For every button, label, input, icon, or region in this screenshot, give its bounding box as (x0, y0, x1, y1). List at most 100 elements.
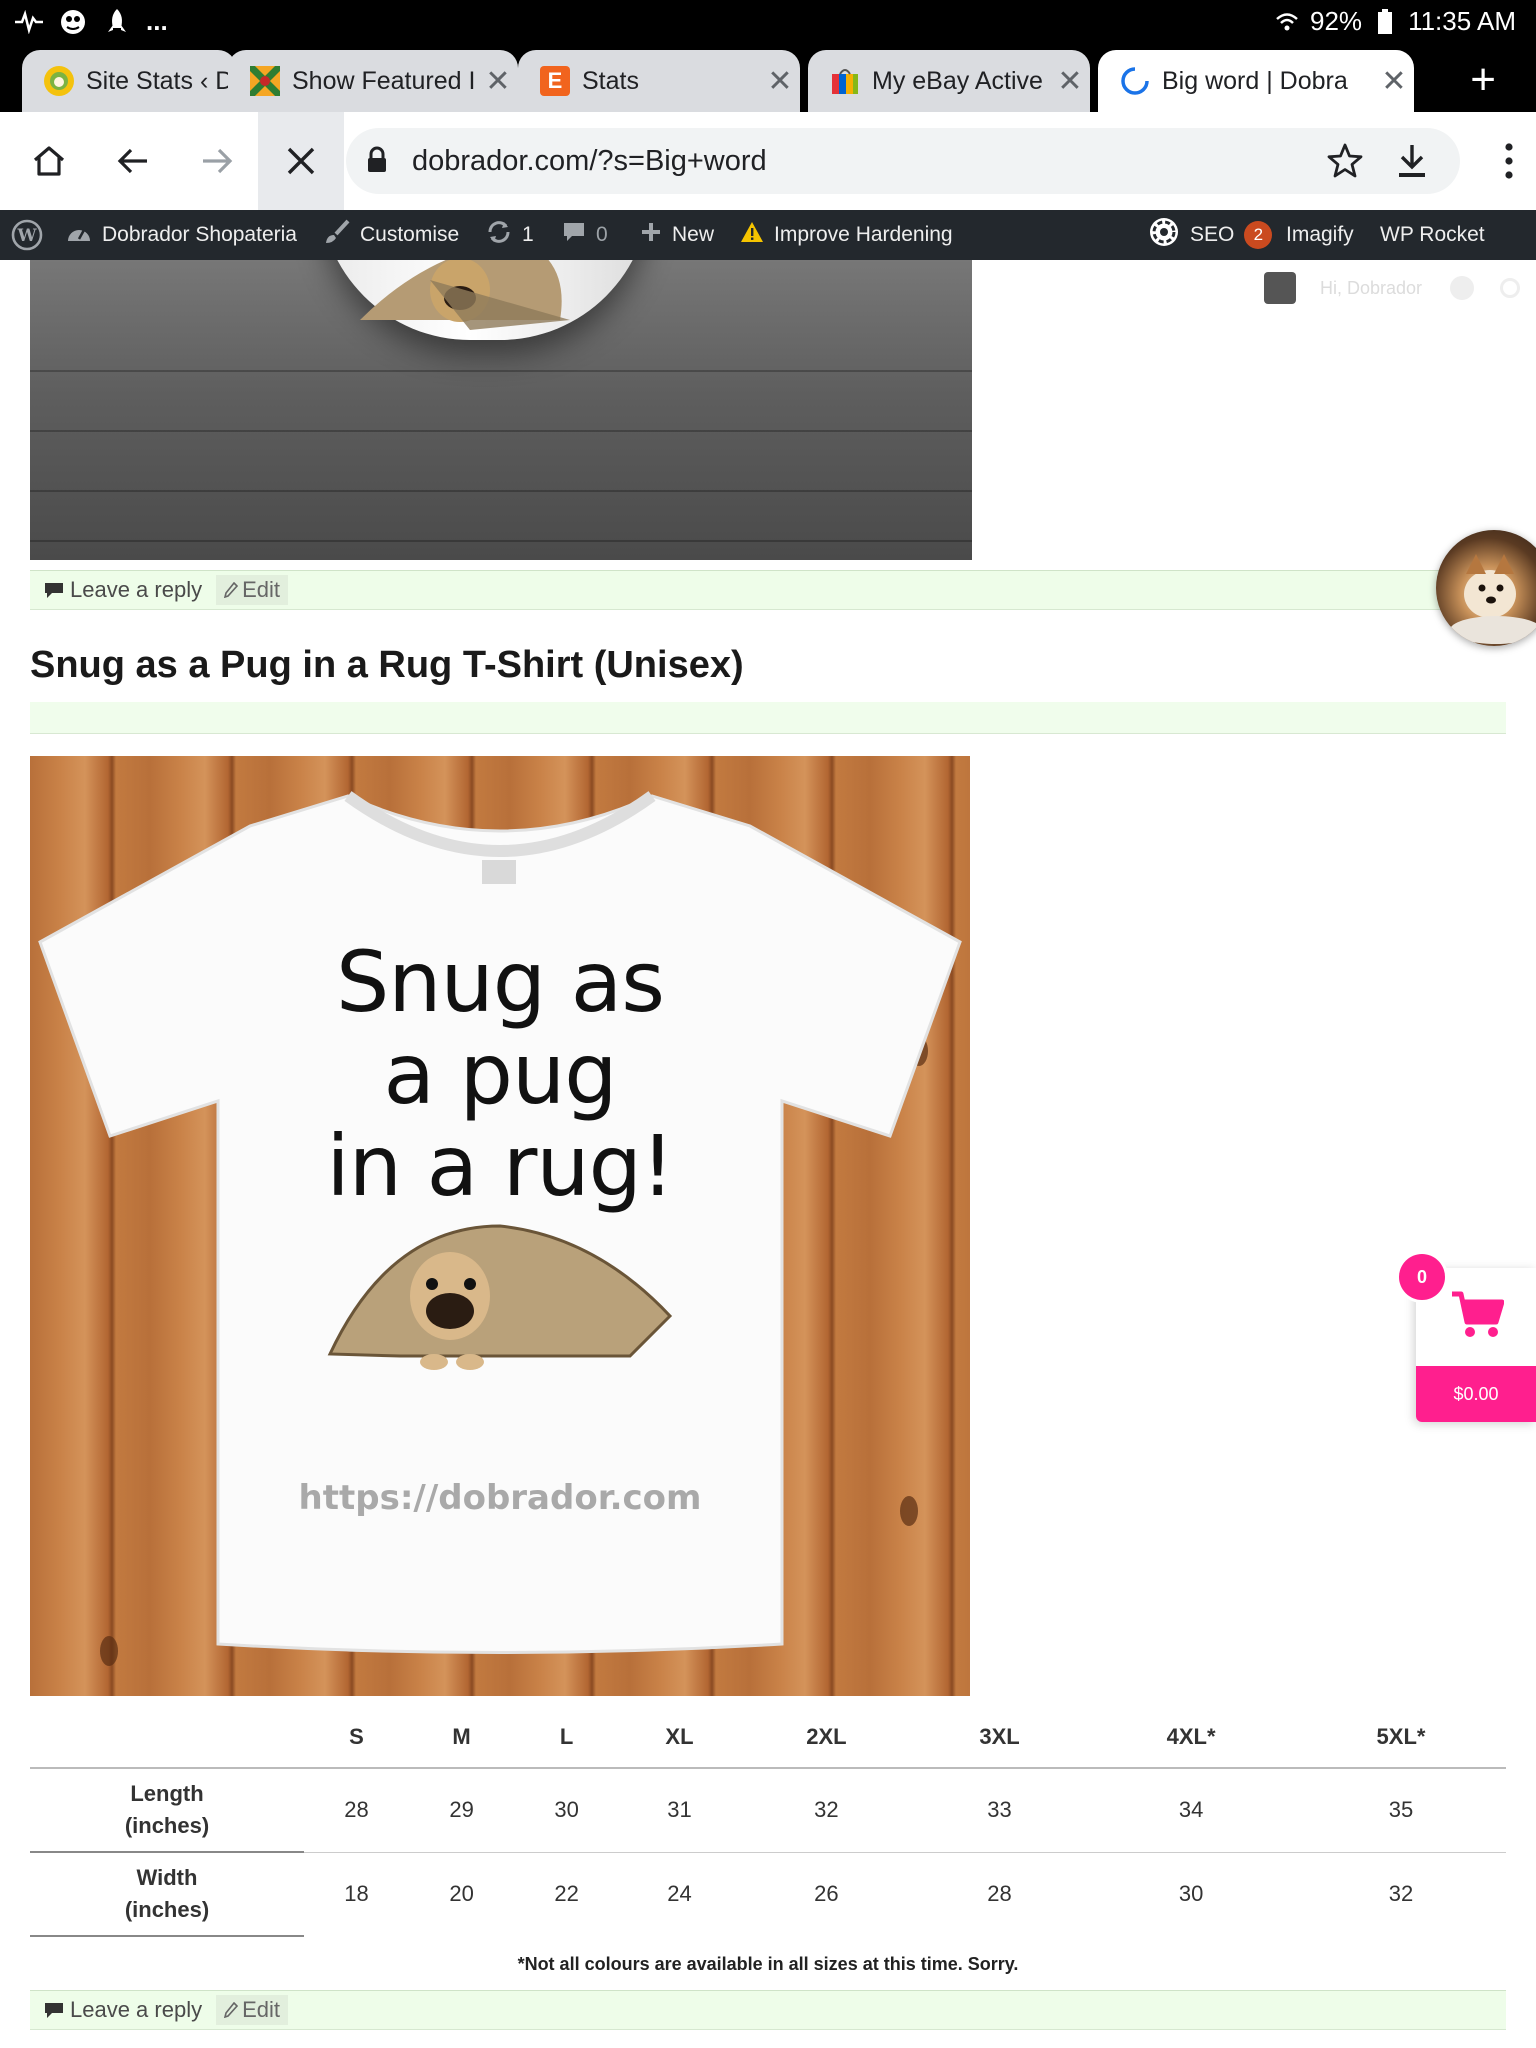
site-header-icons: Hi, Dobrador (1264, 272, 1524, 312)
table-header-cell: 2XL (739, 1706, 913, 1769)
chat-widget-icon[interactable] (1264, 272, 1296, 304)
wp-rocket-menu[interactable]: WP Rocket (1380, 210, 1485, 260)
browser-toolbar: dobrador.com/?s=Big+word (0, 112, 1536, 210)
user-icon[interactable] (1450, 276, 1474, 300)
imagify-menu[interactable]: Imagify (1286, 210, 1354, 260)
table-cell: 28 (304, 1768, 410, 1853)
more-notifications: ... (146, 6, 168, 36)
table-cell: 18 (344, 1881, 369, 1907)
comments-link[interactable]: 0 (562, 210, 608, 260)
search-icon[interactable] (1500, 278, 1520, 298)
title-underline-bar (30, 702, 1506, 734)
overflow-menu-icon[interactable] (1504, 142, 1514, 185)
tab-big-word-active[interactable]: Big word | Dobra ✕ (1098, 50, 1414, 112)
mug-product-image[interactable] (30, 260, 972, 560)
vpn-globe-icon (58, 7, 88, 37)
new-content-link[interactable]: New (640, 210, 714, 260)
shirt-url-print: https://dobrador.com (298, 1478, 702, 1518)
table-cell: 32 (739, 1768, 913, 1853)
leave-reply-link[interactable]: Leave a reply (44, 1997, 202, 2023)
shirt-slogan-line-1: Snug as (335, 933, 665, 1031)
back-arrow-icon[interactable] (106, 134, 160, 188)
size-availability-note: *Not all colours are available in all si… (517, 1954, 1019, 1974)
seo-gear-icon (1148, 216, 1180, 254)
table-row: Width (inches) 18 20 22 24 26 28 30 32 (30, 1852, 1506, 1937)
customise-link[interactable]: Customise (324, 210, 459, 260)
tab-title: Big word | Dobra (1162, 66, 1348, 95)
svg-text:W: W (16, 226, 37, 246)
shirt-slogan-line-2: a pug (383, 1025, 617, 1123)
table-row: Length (inches) 28 29 30 31 32 33 34 35 (30, 1768, 1506, 1853)
wordpress-logo-icon[interactable]: W (10, 210, 44, 260)
table-cell: 35 (1296, 1768, 1506, 1853)
tab-site-stats[interactable]: Site Stats ‹ D (22, 50, 236, 112)
post-meta-bar: Leave a reply Edit (30, 570, 1506, 610)
table-cell: 33 (912, 1768, 1087, 1853)
table-cell: 31 (619, 1768, 740, 1853)
table-cell: 26 (814, 1881, 839, 1907)
edit-link[interactable]: Edit (216, 575, 289, 605)
tab-my-ebay[interactable]: My eBay Active ✕ (808, 50, 1090, 112)
address-bar[interactable]: dobrador.com/?s=Big+word (346, 128, 1460, 194)
pencil-icon (224, 2002, 239, 2018)
tshirt-shape (38, 791, 962, 1654)
post-meta-bar: Leave a reply Edit (30, 1990, 1506, 2030)
tshirt-product-image[interactable]: Snug as a pug in a rug! https://dobrador… (30, 756, 970, 1696)
table-cell: 20 (449, 1881, 474, 1907)
home-icon[interactable] (22, 134, 76, 188)
close-tab-icon[interactable]: ✕ (478, 64, 518, 99)
tab-title: Site Stats ‹ D (86, 66, 234, 95)
size-chart-table: S M L XL 2XL 3XL 4XL* 5XL* Length (inche… (30, 1706, 1506, 1937)
table-header-cell: XL (619, 1706, 740, 1769)
pencil-icon (224, 582, 239, 598)
comment-bubble-icon (562, 220, 586, 250)
table-cell: 34 (1086, 1768, 1297, 1853)
tab-stats[interactable]: E Stats ✕ (518, 50, 800, 112)
tab-title: Stats (582, 66, 639, 95)
floating-dog-avatar[interactable] (1436, 530, 1536, 646)
table-cell: 32 (1388, 1881, 1414, 1907)
close-tab-icon[interactable]: ✕ (760, 64, 800, 99)
table-header-cell: L (514, 1706, 620, 1769)
edit-link[interactable]: Edit (216, 1995, 289, 2025)
download-icon[interactable] (1394, 142, 1430, 185)
ebay-bag-favicon-icon (830, 66, 860, 96)
new-tab-plus-icon[interactable]: + (1470, 58, 1496, 102)
table-header-cell: 4XL* (1086, 1706, 1297, 1769)
comment-icon (45, 2003, 63, 2018)
row-label: Length (inches) (30, 1768, 304, 1853)
tab-strip: Site Stats ‹ D Show Featured I ✕ E Stats… (0, 44, 1536, 112)
activity-icon (14, 7, 44, 37)
forward-arrow-icon[interactable] (190, 134, 244, 188)
table-cell: 29 (409, 1768, 515, 1853)
plus-icon (640, 221, 662, 249)
mug-shape (320, 260, 650, 340)
cart-total: $0.00 (1416, 1366, 1536, 1422)
improve-hardening-link[interactable]: Improve Hardening (740, 210, 953, 260)
paintbrush-icon (324, 219, 350, 251)
tab-show-featured[interactable]: Show Featured I ✕ (228, 50, 518, 112)
wifi-icon (1272, 7, 1302, 37)
seo-menu[interactable]: SEO 2 (1148, 210, 1273, 260)
site-name-link[interactable]: Dobrador Shopateria (66, 210, 297, 260)
table-header-cell: 3XL (912, 1706, 1087, 1769)
stop-loading-icon[interactable] (274, 134, 328, 188)
seo-count-badge: 2 (1244, 221, 1273, 249)
leave-reply-link[interactable]: Leave a reply (44, 577, 202, 603)
post-title[interactable]: Snug as a Pug in a Rug T-Shirt (Unisex) (30, 644, 744, 687)
close-tab-icon[interactable]: ✕ (1374, 64, 1414, 99)
battery-percent: 92% (1310, 6, 1363, 36)
url-text: dobrador.com/?s=Big+word (412, 145, 767, 177)
user-greeting[interactable]: Hi, Dobrador (1320, 278, 1422, 299)
page-content: Hi, Dobrador Leave a reply Edit Snug as … (0, 260, 1536, 2048)
lock-icon (366, 146, 388, 179)
table-cell: 28 (987, 1881, 1012, 1907)
tab-title: My eBay Active (872, 66, 1043, 95)
etsy-favicon-icon: E (540, 66, 570, 96)
dashboard-gauge-icon (66, 221, 92, 249)
table-header-cell (30, 1706, 304, 1769)
table-cell: 24 (667, 1881, 692, 1907)
close-tab-icon[interactable]: ✕ (1050, 64, 1090, 99)
bookmark-star-icon[interactable] (1326, 142, 1364, 185)
updates-link[interactable]: 1 (486, 210, 534, 260)
